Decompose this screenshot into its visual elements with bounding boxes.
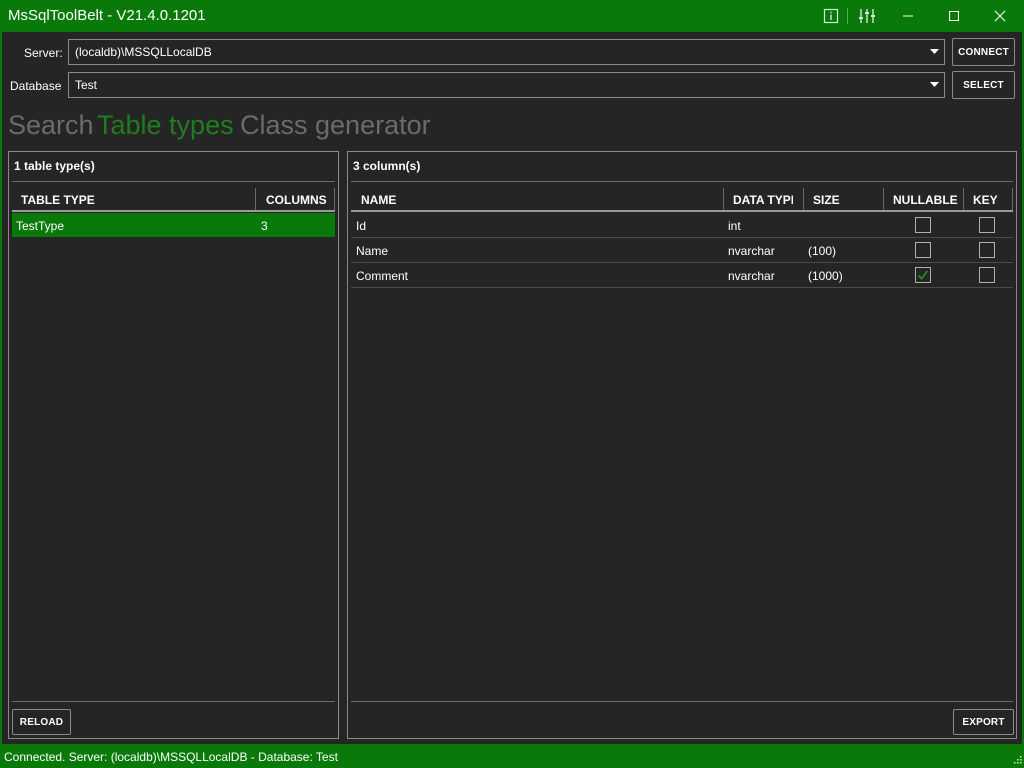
resize-grip-icon[interactable]: [1012, 756, 1022, 766]
database-value: Test: [75, 78, 98, 92]
cell-data-type: int: [728, 219, 741, 233]
cell-name: Name: [356, 244, 389, 258]
status-text: Connected. Server: (localdb)\MSSQLLocalD…: [4, 750, 338, 764]
table-row[interactable]: TestType 3: [12, 213, 335, 237]
nullable-checkbox[interactable]: [915, 267, 931, 283]
nullable-checkbox[interactable]: [915, 217, 931, 233]
header-underline: [12, 210, 335, 212]
cell-name: Id: [356, 219, 367, 233]
key-checkbox[interactable]: [979, 267, 995, 283]
minimize-icon: [903, 15, 913, 17]
maximize-icon: [949, 11, 959, 21]
checkmark-icon: [917, 270, 929, 280]
chevron-down-icon: [930, 82, 939, 87]
column-header-nullable[interactable]: NULLABLE: [893, 193, 958, 207]
cell-size: (100): [808, 244, 837, 258]
row-divider: [351, 262, 1013, 263]
table-types-panel: 1 table type(s) TABLE TYPE COLUMNS TestT…: [8, 151, 339, 739]
column-header-columns[interactable]: COLUMNS: [266, 193, 327, 207]
cell-data-type: nvarchar: [728, 269, 775, 283]
minimize-button[interactable]: [885, 0, 931, 32]
column-header-table-type[interactable]: TABLE TYPE: [21, 193, 95, 207]
column-divider[interactable]: [723, 188, 724, 210]
column-header-size[interactable]: SIZE: [813, 193, 840, 207]
database-combobox[interactable]: Test: [68, 72, 945, 98]
maximize-button[interactable]: [931, 0, 977, 32]
row-divider: [351, 287, 1013, 288]
close-button[interactable]: [977, 0, 1023, 32]
server-label: Server:: [24, 46, 63, 60]
server-combobox[interactable]: (localdb)\MSSQLLocalDB: [68, 39, 945, 65]
server-value: (localdb)\MSSQLLocalDB: [75, 45, 212, 59]
columns-panel: 3 column(s) NAME DATA TYPE SIZE NULLABLE…: [347, 151, 1017, 739]
divider: [12, 701, 335, 702]
chevron-down-icon: [930, 49, 939, 54]
header-underline: [351, 210, 1013, 212]
title-separator: [847, 8, 848, 24]
row-divider: [351, 237, 1013, 238]
close-icon: [994, 10, 1006, 22]
tab-class-generator[interactable]: Class generator: [240, 110, 431, 141]
column-divider[interactable]: [963, 188, 964, 210]
reload-button[interactable]: RELOAD: [12, 709, 71, 735]
window-title: MsSqlToolBelt - V21.4.0.1201: [8, 7, 206, 24]
key-checkbox[interactable]: [979, 217, 995, 233]
column-header-name[interactable]: NAME: [361, 193, 396, 207]
select-button[interactable]: SELECT: [952, 71, 1015, 99]
column-header-data-type[interactable]: DATA TYPE: [733, 193, 793, 207]
nullable-checkbox[interactable]: [915, 242, 931, 258]
cell-columns: 3: [261, 219, 268, 233]
cell-name: Comment: [356, 269, 409, 283]
column-divider[interactable]: [255, 188, 256, 210]
database-label: Database: [10, 79, 62, 93]
status-bar: Connected. Server: (localdb)\MSSQLLocalD…: [0, 744, 1024, 768]
cell-table-type: TestType: [16, 219, 65, 233]
tab-search[interactable]: Search: [8, 110, 94, 141]
divider: [351, 181, 1013, 182]
cell-data-type: nvarchar: [728, 244, 775, 258]
table-types-count: 1 table type(s): [14, 159, 95, 173]
column-divider[interactable]: [803, 188, 804, 210]
cell-size: (1000): [808, 269, 843, 283]
export-button[interactable]: EXPORT: [953, 709, 1014, 735]
info-icon[interactable]: [820, 6, 842, 26]
column-divider[interactable]: [883, 188, 884, 210]
settings-sliders-icon[interactable]: [856, 6, 878, 26]
divider: [12, 181, 335, 182]
key-checkbox[interactable]: [979, 242, 995, 258]
column-divider[interactable]: [334, 188, 335, 210]
tab-table-types[interactable]: Table types: [97, 110, 234, 141]
divider: [351, 701, 1013, 702]
columns-count: 3 column(s): [353, 159, 421, 173]
column-header-key[interactable]: KEY: [973, 193, 998, 207]
connect-button[interactable]: CONNECT: [952, 38, 1015, 66]
column-divider[interactable]: [1012, 188, 1013, 210]
title-bar[interactable]: MsSqlToolBelt - V21.4.0.1201: [0, 0, 1024, 32]
